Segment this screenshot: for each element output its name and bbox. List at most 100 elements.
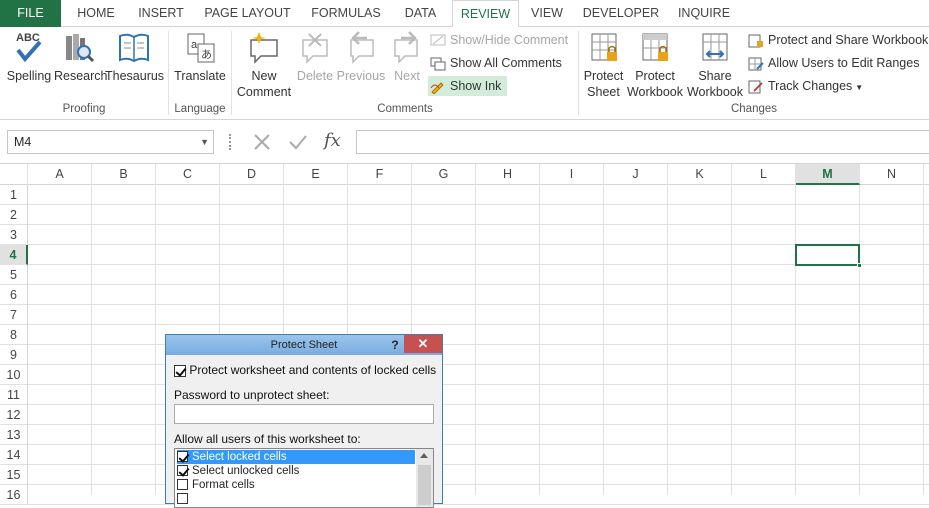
column-header-m[interactable]: M xyxy=(796,164,860,185)
permission-checkbox[interactable] xyxy=(177,451,188,463)
permission-option[interactable] xyxy=(177,492,415,506)
permission-option[interactable]: Select locked cells xyxy=(177,450,415,464)
protect-workbook-button[interactable]: Protect Workbook xyxy=(626,30,684,100)
column-header-n[interactable]: N xyxy=(860,164,924,185)
row-header-2[interactable]: 2 xyxy=(0,205,28,225)
row-header-7[interactable]: 7 xyxy=(0,305,28,325)
permission-checkbox[interactable] xyxy=(177,493,188,505)
row-header-12[interactable]: 12 xyxy=(0,405,28,425)
active-cell-cursor[interactable] xyxy=(795,244,862,268)
row-header-4[interactable]: 4 xyxy=(0,245,28,265)
insert-function-icon[interactable]: fx xyxy=(324,130,341,151)
grid-row-line xyxy=(28,364,929,365)
permission-option[interactable]: Format cells xyxy=(177,478,415,492)
allow-edit-ranges-icon xyxy=(748,57,764,71)
tab-inquire[interactable]: INQUIRE xyxy=(670,0,738,27)
grid-row-line xyxy=(28,304,929,305)
show-all-comments-label: Show All Comments xyxy=(450,56,562,70)
column-header-g[interactable]: G xyxy=(412,164,476,185)
protect-worksheet-checkbox[interactable] xyxy=(174,364,186,377)
new-comment-button[interactable]: New Comment xyxy=(234,30,294,100)
column-header-b[interactable]: B xyxy=(92,164,156,185)
show-ink-label: Show Ink xyxy=(450,79,502,93)
share-workbook-button[interactable]: Share Workbook xyxy=(685,30,745,100)
cancel-icon[interactable] xyxy=(252,133,272,151)
show-hide-comment-button[interactable]: Show/Hide Comment xyxy=(430,30,568,50)
column-header-f[interactable]: F xyxy=(348,164,412,185)
list-scrollbar[interactable] xyxy=(416,449,433,507)
grid-row-line xyxy=(28,264,929,265)
row-header-10[interactable]: 10 xyxy=(0,365,28,385)
tab-insert[interactable]: INSERT xyxy=(130,0,192,27)
protect-sheet-button[interactable]: Protect Sheet xyxy=(581,30,626,100)
enter-check-icon[interactable] xyxy=(288,133,308,151)
tab-formulas[interactable]: FORMULAS xyxy=(303,0,389,27)
scrollbar-thumb[interactable] xyxy=(418,465,431,505)
research-button[interactable]: Research xyxy=(54,30,108,84)
tab-view[interactable]: VIEW xyxy=(523,0,571,27)
translate-button[interactable]: a あ Translate xyxy=(172,30,228,84)
row-header-15[interactable]: 15 xyxy=(0,465,28,485)
thesaurus-button[interactable]: Thesaurus xyxy=(105,30,164,84)
tab-file[interactable]: FILE xyxy=(0,0,61,27)
tab-page-layout[interactable]: PAGE LAYOUT xyxy=(196,0,299,27)
proofing-group-label: Proofing xyxy=(62,103,106,115)
fill-handle[interactable] xyxy=(857,263,862,268)
permission-checkbox[interactable] xyxy=(177,479,188,491)
row-header-16[interactable]: 16 xyxy=(0,485,28,505)
row-header-1[interactable]: 1 xyxy=(0,185,28,205)
dialog-title-bar[interactable]: Protect Sheet ? ✕ xyxy=(166,335,442,355)
row-header-14[interactable]: 14 xyxy=(0,445,28,465)
show-ink-button[interactable]: Show Ink xyxy=(428,76,508,96)
row-header-8[interactable]: 8 xyxy=(0,325,28,345)
column-header-d[interactable]: D xyxy=(220,164,284,185)
scroll-up-icon[interactable] xyxy=(420,453,428,458)
next-comment-button[interactable]: Next xyxy=(386,30,428,84)
allow-edit-ranges-button[interactable]: Allow Users to Edit Ranges xyxy=(748,53,919,73)
row-header-13[interactable]: 13 xyxy=(0,425,28,445)
previous-comment-button[interactable]: Previous xyxy=(336,30,386,84)
tab-developer[interactable]: DEVELOPER xyxy=(576,0,666,27)
row-header-9[interactable]: 9 xyxy=(0,345,28,365)
permission-option[interactable]: Select unlocked cells xyxy=(177,464,415,478)
changes-group-label: Changes xyxy=(730,103,778,115)
show-all-comments-button[interactable]: Show All Comments xyxy=(430,53,562,73)
select-all-corner[interactable] xyxy=(0,164,28,185)
row-header-5[interactable]: 5 xyxy=(0,265,28,285)
spelling-label: Spelling xyxy=(6,69,52,83)
grid-row-line xyxy=(28,204,929,205)
tab-review[interactable]: REVIEW xyxy=(452,0,519,28)
password-input[interactable] xyxy=(174,404,434,424)
spelling-button[interactable]: ABC Spelling xyxy=(4,30,54,84)
column-header-j[interactable]: J xyxy=(604,164,668,185)
row-header-3[interactable]: 3 xyxy=(0,225,28,245)
tab-data[interactable]: DATA xyxy=(393,0,448,27)
next-label: Next xyxy=(394,69,420,83)
track-changes-button[interactable]: Track Changes ▼ xyxy=(748,76,863,96)
close-button[interactable]: ✕ xyxy=(404,335,442,353)
grid-column-line xyxy=(667,185,668,495)
row-header-6[interactable]: 6 xyxy=(0,285,28,305)
previous-arrow-icon xyxy=(350,31,374,64)
ribbon: ABC Spelling Research Thesaurus Proofing… xyxy=(0,27,929,120)
help-icon[interactable]: ? xyxy=(388,336,402,354)
tab-home[interactable]: HOME xyxy=(66,0,126,27)
column-header-l[interactable]: L xyxy=(732,164,796,185)
grid-column-line xyxy=(923,185,924,495)
column-header-e[interactable]: E xyxy=(284,164,348,185)
protect-worksheet-option[interactable]: Protect worksheet and contents of locked… xyxy=(174,363,436,377)
permission-checkbox[interactable] xyxy=(177,465,188,477)
worksheet-grid[interactable]: ABCDEFGHIJKLMN 1 2 3 4 5 6 7 8 9 10 11 12 13 14 15 16 xyxy=(0,164,929,505)
grid-row-line xyxy=(28,224,929,225)
column-header-h[interactable]: H xyxy=(476,164,540,185)
name-box[interactable]: M4 ▼ xyxy=(7,130,214,154)
column-header-a[interactable]: A xyxy=(28,164,92,185)
delete-comment-button[interactable]: Delete xyxy=(294,30,336,84)
column-header-i[interactable]: I xyxy=(540,164,604,185)
row-header-11[interactable]: 11 xyxy=(0,385,28,405)
column-header-k[interactable]: K xyxy=(668,164,732,185)
column-header-c[interactable]: C xyxy=(156,164,220,185)
permissions-list[interactable]: Select locked cells Select unlocked cells… xyxy=(174,448,434,508)
formula-input[interactable] xyxy=(356,130,929,154)
protect-share-workbook-button[interactable]: Protect and Share Workbook xyxy=(748,30,928,50)
